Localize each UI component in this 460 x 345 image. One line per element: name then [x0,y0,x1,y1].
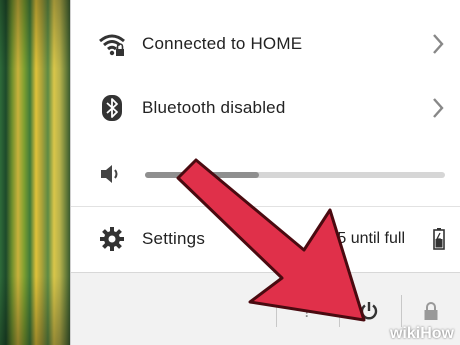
settings-label: Settings [142,229,206,248]
bluetooth-row[interactable]: Bluetooth disabled [71,76,460,140]
bluetooth-icon [98,94,126,122]
help-icon: ? [301,300,312,321]
power-button[interactable] [349,291,389,331]
lock-icon [424,302,438,320]
help-button[interactable]: ? [287,291,327,331]
wikihow-watermark: wikiHow [390,325,454,343]
battery-status-text: 0:25 until full [315,230,405,247]
wifi-lock-icon [98,30,126,58]
watermark-suffix: How [420,325,454,342]
bar-separator [339,295,340,327]
watermark-prefix: wiki [389,325,421,342]
desktop-shading [0,0,70,345]
chevron-right-icon [433,98,444,118]
desktop-background [0,0,70,345]
battery-charging-icon [433,228,445,250]
power-icon [360,302,378,320]
volume-slider-fill[interactable] [145,172,259,178]
network-row[interactable]: Connected to HOME [71,12,460,76]
chevron-right-icon [433,34,444,54]
bluetooth-label: Bluetooth disabled [142,98,286,117]
system-tray-menu: Connected to HOME Bluetooth disabled Set… [70,0,460,345]
settings-row[interactable]: Settings 0:25 until full [71,207,460,271]
network-label: Connected to HOME [142,34,303,53]
bar-separator [401,295,402,327]
gear-icon [98,225,126,253]
bar-separator [276,295,277,327]
speaker-icon[interactable] [98,160,126,188]
